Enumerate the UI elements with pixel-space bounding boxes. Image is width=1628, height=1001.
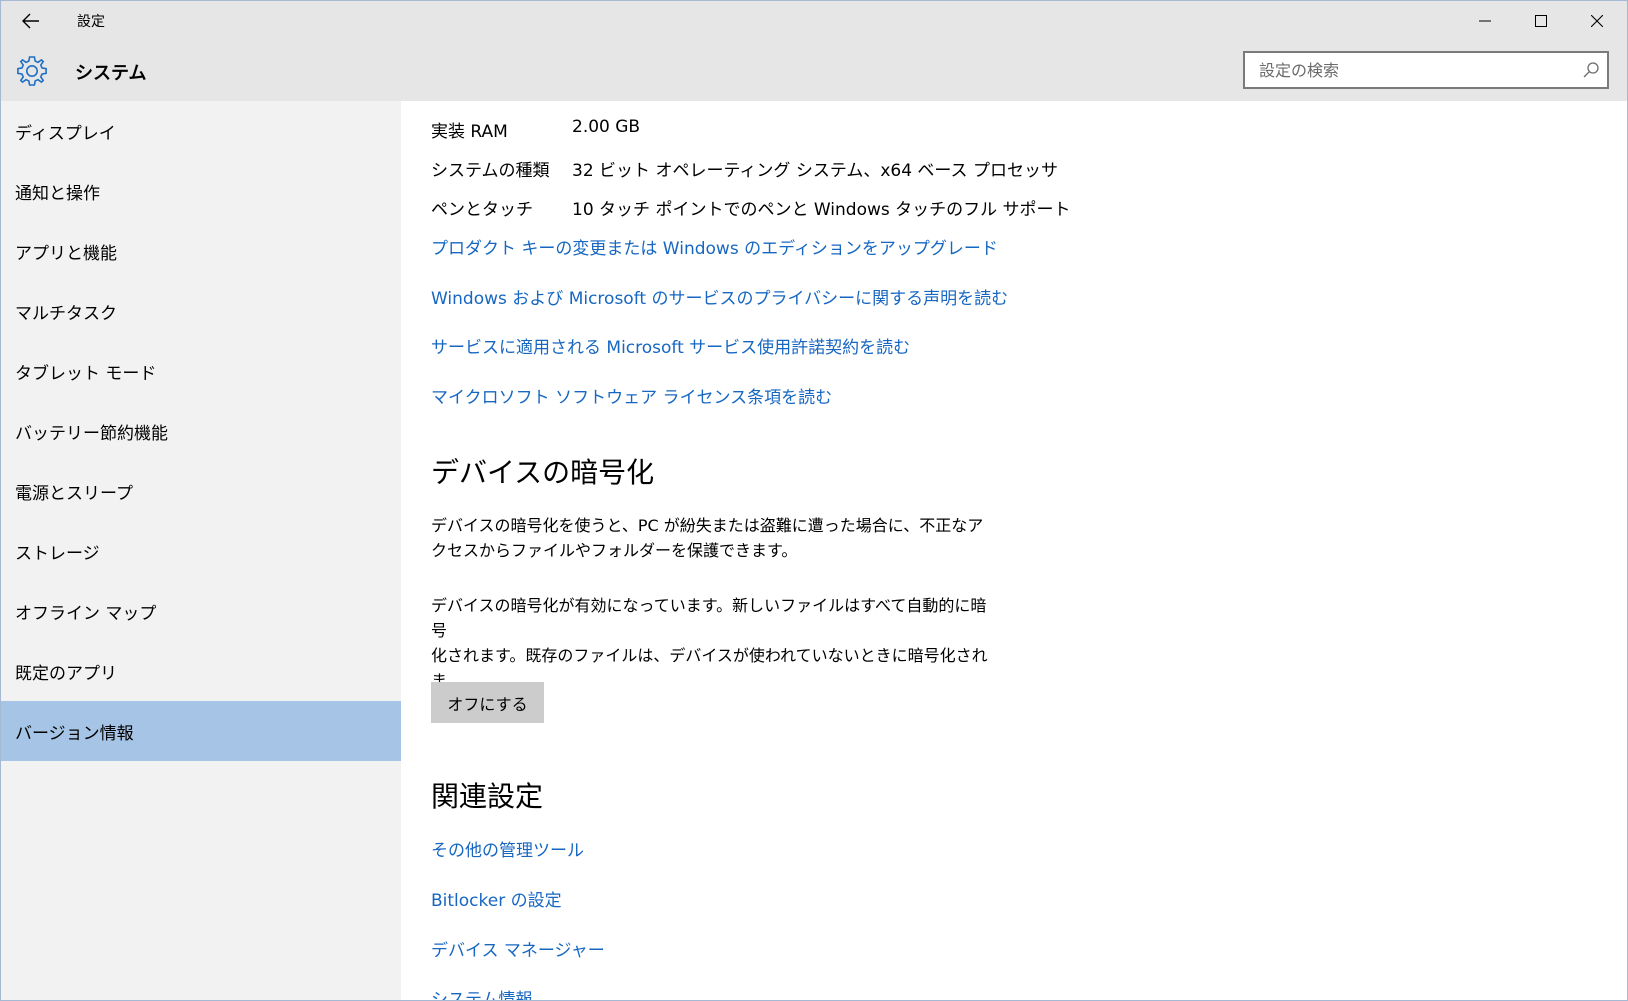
gear-icon (17, 56, 47, 86)
link-service-agreement[interactable]: サービスに適用される Microsoft サービス使用許諾契約を読む (431, 333, 910, 358)
spec-value: 32 ビット オペレーティング システム、x64 ベース プロセッサ (572, 161, 1058, 181)
sidebar-item-label: ディスプレイ (15, 123, 116, 144)
related-settings-heading: 関連設定 (431, 780, 544, 813)
spec-value: 10 タッチ ポイントでのペンと Windows タッチのフル サポート (572, 200, 1071, 220)
spec-value: 2.00 GB (572, 117, 641, 137)
encryption-status-line: デバイスの暗号化が有効になっています。新しいファイルはすべて自動的に暗号 (431, 596, 987, 640)
close-icon (1591, 15, 1603, 27)
sidebar-item-offline-maps[interactable]: オフライン マップ (1, 581, 401, 641)
encryption-description-line: デバイスの暗号化を使うと、PC が紛失または盗難に遭った場合に、不正なア (431, 516, 984, 535)
sidebar-item-multitasking[interactable]: マルチタスク (1, 281, 401, 341)
title-bar: 設定 (1, 1, 1627, 41)
link-privacy-statement[interactable]: Windows および Microsoft のサービスのプライバシーに関する声明… (431, 284, 1008, 309)
sidebar-item-power-sleep[interactable]: 電源とスリープ (1, 461, 401, 521)
settings-window: 設定 システム 設定の検索 ディスプレイ 通知と操作 アプリと機能 マルチタスク… (0, 0, 1628, 1001)
sidebar-item-label: 電源とスリープ (15, 483, 133, 504)
sidebar-item-label: マルチタスク (15, 303, 117, 324)
sidebar-item-label: ストレージ (15, 543, 100, 564)
sidebar-item-apps[interactable]: アプリと機能 (1, 221, 401, 281)
minimize-button[interactable] (1457, 1, 1513, 41)
sidebar-item-battery-saver[interactable]: バッテリー節約機能 (1, 401, 401, 461)
sidebar-item-label: 既定のアプリ (15, 663, 117, 684)
link-bitlocker-settings[interactable]: Bitlocker の設定 (431, 886, 562, 911)
minimize-icon (1479, 20, 1491, 22)
search-icon[interactable] (1581, 60, 1601, 80)
encryption-heading: デバイスの暗号化 (431, 456, 655, 489)
sidebar-item-about[interactable]: バージョン情報 (1, 701, 401, 761)
maximize-icon (1535, 15, 1547, 27)
sidebar-item-tablet-mode[interactable]: タブレット モード (1, 341, 401, 401)
back-arrow-icon (22, 13, 39, 29)
spec-label: システムの種類 (431, 161, 550, 181)
sidebar-item-storage[interactable]: ストレージ (1, 521, 401, 581)
sidebar: ディスプレイ 通知と操作 アプリと機能 マルチタスク タブレット モード バッテ… (1, 101, 401, 1000)
sidebar-item-label: バッテリー節約機能 (15, 423, 168, 444)
spec-label: 実装 RAM (431, 122, 508, 142)
page-title: システム (75, 63, 147, 84)
link-device-manager[interactable]: デバイス マネージャー (431, 936, 605, 961)
maximize-button[interactable] (1513, 1, 1569, 41)
sidebar-item-label: オフライン マップ (15, 603, 157, 624)
search-box[interactable] (1243, 51, 1609, 89)
sidebar-item-label: 通知と操作 (15, 183, 100, 204)
sidebar-item-label: バージョン情報 (15, 723, 134, 744)
settings-header: システム (1, 41, 1627, 101)
link-system-info[interactable]: システム情報 (431, 985, 533, 1000)
close-button[interactable] (1569, 1, 1625, 41)
sidebar-item-default-apps[interactable]: 既定のアプリ (1, 641, 401, 701)
link-admin-tools[interactable]: その他の管理ツール (431, 836, 584, 861)
link-license-terms[interactable]: マイクロソフト ソフトウェア ライセンス条項を読む (431, 383, 832, 408)
spec-label: ペンとタッチ (431, 200, 533, 220)
encryption-description: デバイスの暗号化を使うと、PC が紛失または盗難に遭った場合に、不正なア クセス… (431, 513, 1001, 563)
sidebar-item-label: アプリと機能 (15, 243, 117, 264)
search-input[interactable] (1245, 53, 1579, 87)
link-change-product-key[interactable]: プロダクト キーの変更または Windows のエディションをアップグレード (431, 234, 998, 259)
window-title: 設定 (77, 14, 105, 30)
turn-off-encryption-button[interactable]: オフにする (431, 682, 544, 723)
content-pane[interactable]: 実装 RAM 2.00 GB システムの種類 32 ビット オペレーティング シ… (401, 101, 1627, 1000)
encryption-description-line: クセスからファイルやフォルダーを保護できます。 (431, 541, 798, 560)
sidebar-item-notifications[interactable]: 通知と操作 (1, 161, 401, 221)
sidebar-item-label: タブレット モード (15, 363, 157, 384)
sidebar-item-display[interactable]: ディスプレイ (1, 101, 401, 161)
back-button[interactable] (9, 1, 53, 41)
